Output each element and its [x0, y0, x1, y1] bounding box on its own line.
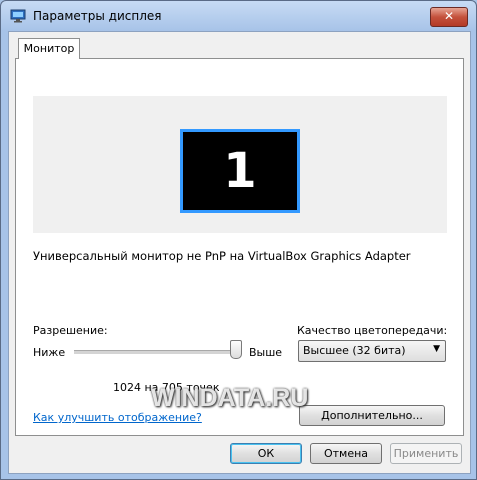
cancel-button[interactable]: Отмена [310, 443, 382, 464]
color-quality-value: Высшее (32 бита) [303, 344, 406, 357]
display-settings-icon [10, 9, 26, 23]
resolution-low-label: Ниже [33, 346, 66, 359]
resolution-slider-thumb[interactable] [230, 340, 242, 359]
resolution-high-label: Выше [249, 346, 283, 359]
resolution-slider-track[interactable] [74, 350, 242, 354]
monitor-tab-panel: 1 Универсальный монитор не PnP на Virtua… [15, 58, 464, 436]
display-settings-window: Параметры дисплея ✕ Монитор 1 Универсаль… [0, 0, 477, 480]
title-bar[interactable]: Параметры дисплея ✕ [1, 1, 476, 31]
monitor-preview: 1 [33, 96, 447, 233]
watermark: WINDATA.RU [151, 384, 309, 412]
chevron-down-icon: ▼ [433, 344, 440, 354]
close-icon: ✕ [443, 9, 455, 23]
window-title: Параметры дисплея [33, 9, 162, 23]
color-quality-select[interactable]: Высшее (32 бита) ▼ [298, 340, 446, 362]
monitor-number: 1 [223, 143, 257, 199]
tab-monitor[interactable]: Монитор [18, 38, 80, 59]
monitor-description: Универсальный монитор не PnP на VirtualB… [33, 249, 411, 263]
monitor-1-tile[interactable]: 1 [180, 129, 300, 213]
apply-button[interactable]: Применить [390, 443, 462, 464]
advanced-button[interactable]: Дополнительно... [299, 405, 445, 426]
color-quality-label: Качество цветопередачи: [297, 324, 448, 337]
tab-monitor-label: Монитор [23, 42, 75, 55]
close-button[interactable]: ✕ [430, 7, 468, 27]
resolution-label: Разрешение: [33, 324, 108, 337]
ok-button[interactable]: ОК [230, 443, 302, 464]
